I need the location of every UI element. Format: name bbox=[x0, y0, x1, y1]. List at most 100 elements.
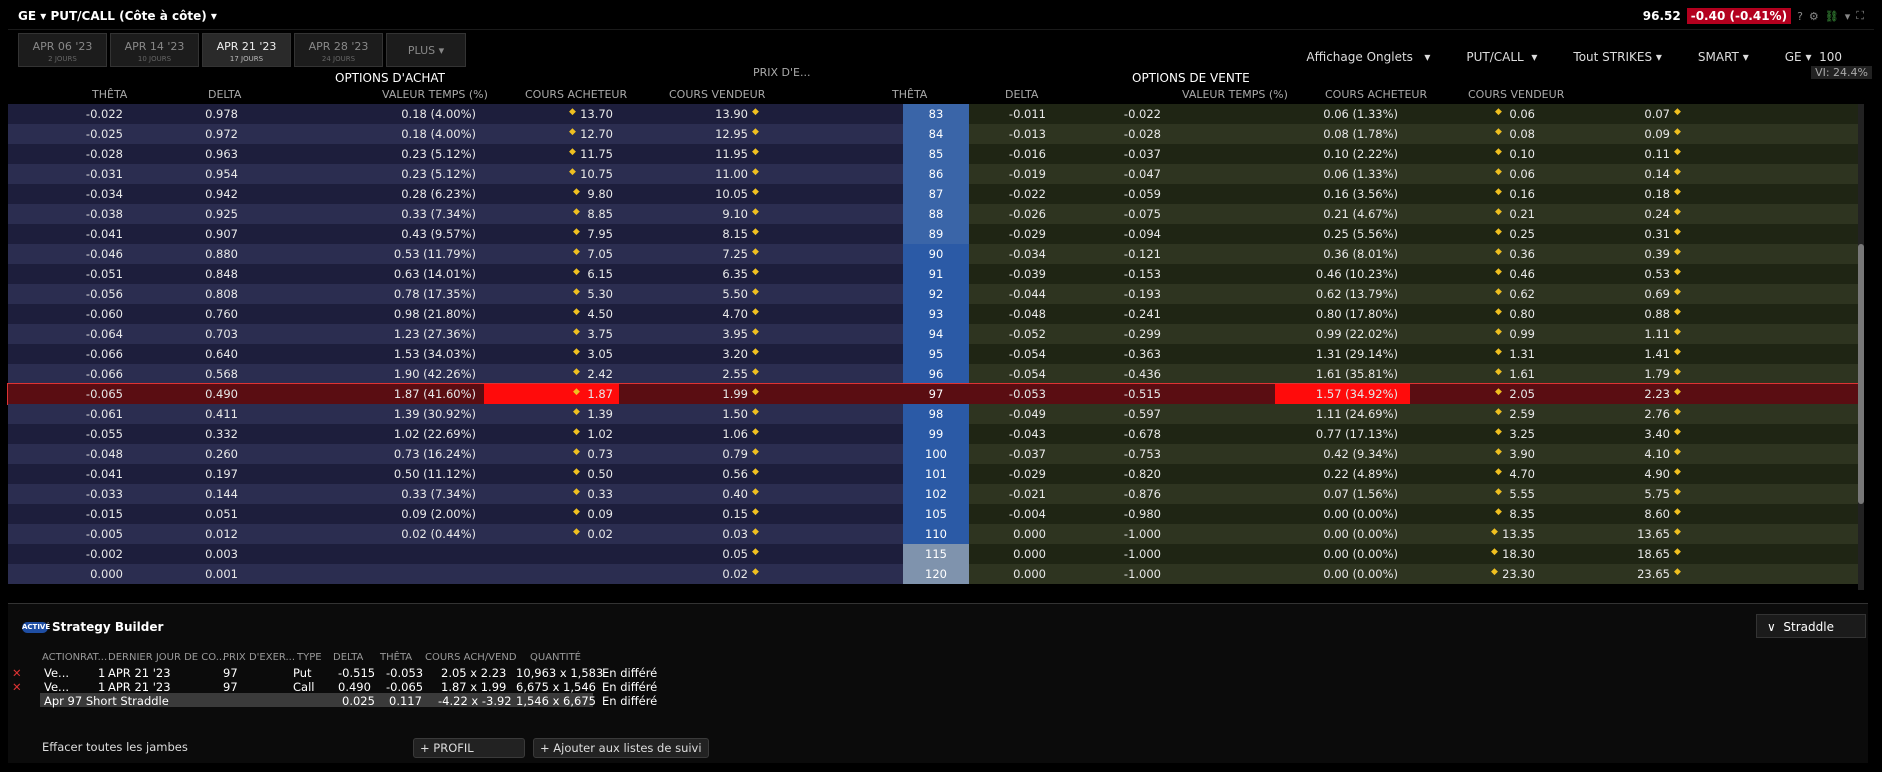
cell-pa[interactable]: 0.69 bbox=[1644, 287, 1670, 301]
cell-pa[interactable]: 1.41 bbox=[1644, 347, 1670, 361]
cell-pa[interactable]: 0.24 bbox=[1644, 207, 1670, 221]
cell-cb[interactable]: 6.15 bbox=[587, 267, 613, 281]
chevron-down-icon[interactable]: ▾ bbox=[1845, 10, 1851, 23]
cell-pt[interactable]: 0.000 bbox=[1013, 527, 1046, 541]
cell-ct[interactable]: 0.000 bbox=[90, 567, 123, 581]
cell-ct[interactable]: -0.041 bbox=[86, 227, 123, 241]
cell-pb[interactable]: 5.55 bbox=[1509, 487, 1535, 501]
cell-pb[interactable]: 1.61 bbox=[1509, 367, 1535, 381]
cell-ct[interactable]: -0.066 bbox=[86, 367, 123, 381]
add-watchlist-button[interactable]: + Ajouter aux listes de suivi bbox=[533, 738, 709, 758]
chain-row[interactable]: -0.066 0.640 1.53 (34.03%) 3.05 ◆ 3.20 ◆ -0.054… bbox=[8, 344, 1860, 364]
cell-pb[interactable]: 0.06 bbox=[1509, 167, 1535, 181]
put-theta-header[interactable]: THÊTA bbox=[892, 88, 927, 101]
cell-pb[interactable]: 0.08 bbox=[1509, 127, 1535, 141]
cell-ct[interactable]: -0.041 bbox=[86, 467, 123, 481]
cell-ca[interactable]: 0.03 bbox=[722, 527, 748, 541]
cell-pa[interactable]: 0.07 bbox=[1644, 107, 1670, 121]
cell-cv[interactable]: 0.63 (14.01%) bbox=[394, 267, 476, 281]
cell-pv[interactable]: 0.08 (1.78%) bbox=[1323, 127, 1398, 141]
cell-ct[interactable]: -0.048 bbox=[86, 447, 123, 461]
call-ask-header[interactable]: COURS VENDEUR bbox=[669, 88, 765, 101]
chain-row[interactable]: -0.066 0.568 1.90 (42.26%) 2.42 ◆ 2.55 ◆ -0.054… bbox=[8, 364, 1860, 384]
cell-pa[interactable]: 1.79 bbox=[1644, 367, 1670, 381]
cell-pv[interactable]: 0.22 (4.89%) bbox=[1323, 467, 1398, 481]
cell-cv[interactable]: 0.23 (5.12%) bbox=[401, 147, 476, 161]
cell-pa[interactable]: 0.39 bbox=[1644, 247, 1670, 261]
cell-cv[interactable]: 0.78 (17.35%) bbox=[394, 287, 476, 301]
cell-ca[interactable]: 11.95 bbox=[715, 147, 748, 161]
cell-pb[interactable]: 1.31 bbox=[1509, 347, 1535, 361]
tab-expiry-active[interactable]: APR 21 '23 17 JOURS bbox=[202, 33, 291, 67]
cell-ca[interactable]: 7.25 bbox=[722, 247, 748, 261]
cell-pa[interactable]: 3.40 bbox=[1644, 427, 1670, 441]
cell-pv[interactable]: 0.62 (13.79%) bbox=[1316, 287, 1398, 301]
cell-pd[interactable]: -1.000 bbox=[1124, 527, 1161, 541]
cell-pa[interactable]: 0.11 bbox=[1644, 147, 1670, 161]
cell-pa[interactable]: 2.23 bbox=[1644, 387, 1670, 401]
cell-pb[interactable]: 3.25 bbox=[1509, 427, 1535, 441]
cell-pt[interactable]: -0.016 bbox=[1009, 147, 1046, 161]
chain-row[interactable]: -0.034 0.942 0.28 (6.23%) 9.80 ◆ 10.05 ◆ -0.022… bbox=[8, 184, 1860, 204]
leg-ratio[interactable]: 1 bbox=[98, 666, 105, 680]
call-timeval-header[interactable]: VALEUR TEMPS (%) bbox=[382, 88, 488, 101]
leg-expiry[interactable]: APR 21 '23 bbox=[108, 666, 171, 680]
chain-row[interactable]: -0.041 0.197 0.50 (11.12%) 0.50 ◆ 0.56 ◆ -0.029… bbox=[8, 464, 1860, 484]
cell-ca[interactable]: 2.55 bbox=[722, 367, 748, 381]
remove-leg-icon[interactable]: ✕ bbox=[12, 680, 22, 694]
cell-ca[interactable]: 0.05 bbox=[722, 547, 748, 561]
cell-pa[interactable]: 23.65 bbox=[1637, 567, 1670, 581]
cell-pv[interactable]: 0.77 (17.13%) bbox=[1316, 427, 1398, 441]
cell-cv[interactable]: 0.33 (7.34%) bbox=[401, 207, 476, 221]
cell-pv[interactable]: 0.80 (17.80%) bbox=[1316, 307, 1398, 321]
cell-pt[interactable]: -0.052 bbox=[1009, 327, 1046, 341]
cell-cv[interactable]: 0.28 (6.23%) bbox=[401, 187, 476, 201]
cell-pt[interactable]: -0.044 bbox=[1009, 287, 1046, 301]
cell-ct[interactable]: -0.056 bbox=[86, 287, 123, 301]
cell-cd[interactable]: 0.925 bbox=[205, 207, 238, 221]
cell-ca[interactable]: 10.05 bbox=[715, 187, 748, 201]
cell-pa[interactable]: 4.90 bbox=[1644, 467, 1670, 481]
call-bid-header[interactable]: COURS ACHETEUR bbox=[525, 88, 627, 101]
cell-pa[interactable]: 0.53 bbox=[1644, 267, 1670, 281]
cell-pv[interactable]: 1.11 (24.69%) bbox=[1316, 407, 1398, 421]
cell-pt[interactable]: -0.048 bbox=[1009, 307, 1046, 321]
tab-expiry[interactable]: APR 06 '23 2 JOURS bbox=[18, 33, 107, 67]
leg-action[interactable]: Ve... bbox=[44, 680, 69, 694]
cell-pa[interactable]: 1.11 bbox=[1644, 327, 1670, 341]
cell-pb[interactable]: 4.70 bbox=[1509, 467, 1535, 481]
leg-action[interactable]: Ve... bbox=[44, 666, 69, 680]
cell-ct[interactable]: -0.064 bbox=[86, 327, 123, 341]
cell-ct[interactable]: -0.022 bbox=[86, 107, 123, 121]
cell-cv[interactable]: 0.18 (4.00%) bbox=[401, 127, 476, 141]
cell-ca[interactable]: 12.95 bbox=[715, 127, 748, 141]
cell-cd[interactable]: 0.848 bbox=[205, 267, 238, 281]
cell-pd[interactable]: -0.028 bbox=[1124, 127, 1161, 141]
cell-pd[interactable]: -0.022 bbox=[1124, 107, 1161, 121]
cell-cd[interactable]: 0.963 bbox=[205, 147, 238, 161]
cell-pd[interactable]: -0.980 bbox=[1124, 507, 1161, 521]
cell-ct[interactable]: -0.046 bbox=[86, 247, 123, 261]
cell-ca[interactable]: 4.70 bbox=[722, 307, 748, 321]
cell-pb[interactable]: 0.21 bbox=[1509, 207, 1535, 221]
cell-ca[interactable]: 1.06 bbox=[722, 427, 748, 441]
cell-pa[interactable]: 0.18 bbox=[1644, 187, 1670, 201]
chain-row[interactable]: -0.051 0.848 0.63 (14.01%) 6.15 ◆ 6.35 ◆ -0.039… bbox=[8, 264, 1860, 284]
put-ask-header[interactable]: COURS VENDEUR bbox=[1468, 88, 1564, 101]
cell-cd[interactable]: 0.003 bbox=[205, 547, 238, 561]
call-theta-header[interactable]: THÊTA bbox=[92, 88, 127, 101]
chain-row[interactable]: -0.002 0.003 0.05 ◆ 0.000 -1.000 0.00 (0.00%) 1… bbox=[8, 544, 1860, 564]
cell-ct[interactable]: -0.060 bbox=[86, 307, 123, 321]
cell-pv[interactable]: 0.00 (0.00%) bbox=[1323, 527, 1398, 541]
put-bid-header[interactable]: COURS ACHETEUR bbox=[1325, 88, 1427, 101]
cell-pt[interactable]: -0.022 bbox=[1009, 187, 1046, 201]
cell-ct[interactable]: -0.005 bbox=[86, 527, 123, 541]
cell-ca[interactable]: 3.20 bbox=[722, 347, 748, 361]
cell-pd[interactable]: -0.121 bbox=[1124, 247, 1161, 261]
putcall-select[interactable]: PUT/CALL ▾ bbox=[1466, 50, 1537, 64]
cell-cd[interactable]: 0.972 bbox=[205, 127, 238, 141]
cell-ca[interactable]: 0.40 bbox=[722, 487, 748, 501]
cell-pd[interactable]: -0.241 bbox=[1124, 307, 1161, 321]
cell-pv[interactable]: 0.42 (9.34%) bbox=[1323, 447, 1398, 461]
cell-pd[interactable]: -1.000 bbox=[1124, 547, 1161, 561]
